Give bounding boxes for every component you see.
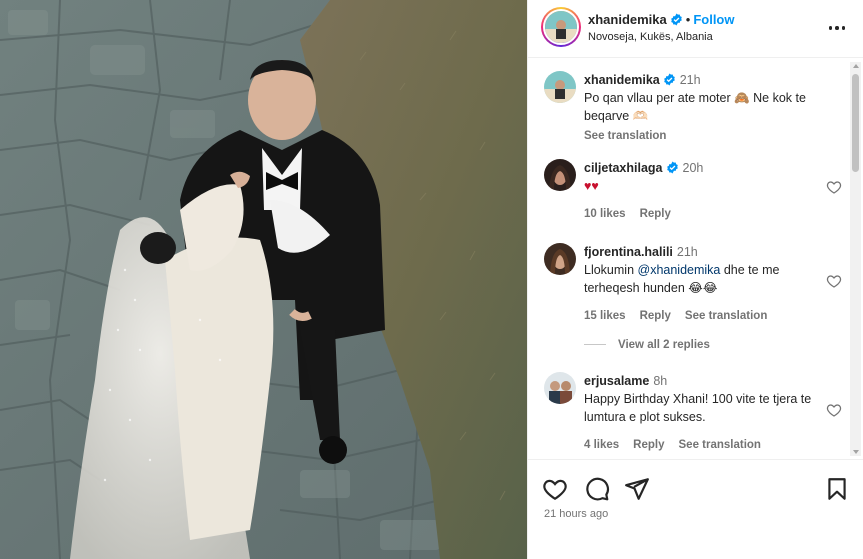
post-header: xhanidemika • Follow Novoseja, Kukës, Alba… [528,0,863,58]
bookmark-icon[interactable] [824,476,850,502]
comment-username[interactable]: erjusalame [584,374,649,388]
comment-time[interactable]: 21h [677,245,698,259]
verified-badge-icon [670,13,682,26]
author-avatar[interactable] [541,7,581,47]
instagram-post-view: xhanidemika • Follow Novoseja, Kukës, Alba… [0,0,863,559]
heart-icon[interactable] [542,476,568,502]
comment-likes-count[interactable]: 15 likes [584,310,626,322]
avatar-image [544,71,576,103]
comment-body: fjorentina.halili 21h Llokumin @xhanidemi… [584,243,824,325]
reply-button[interactable]: Reply [640,208,671,220]
comments-scrollbar[interactable] [850,62,861,456]
location-link[interactable]: Novoseja, Kukës, Albania [588,31,713,43]
view-replies-button[interactable]: View all 2 replies [584,339,710,351]
comment-meta: 10 likes Reply [584,205,824,223]
avatar-image [545,11,577,43]
comment-time[interactable]: 8h [653,374,667,388]
comment-likes-count[interactable]: 4 likes [584,439,619,451]
caption-text: Po qan vllau per ate moter 🙈 Ne kok te b… [584,91,806,123]
post-photo[interactable] [0,0,527,559]
separator-dot: • [685,12,691,27]
like-comment-heart-icon[interactable] [826,273,842,289]
wedding-photo-image [0,0,527,559]
comment-icon[interactable] [584,476,610,502]
share-icon[interactable] [624,476,650,502]
more-horizontal-icon [828,26,833,30]
author-line: xhanidemika • Follow [588,12,735,27]
reply-button[interactable]: Reply [640,310,671,322]
caption-time[interactable]: 21h [680,73,701,87]
scroll-down-arrow-icon[interactable] [853,450,859,454]
scroll-up-arrow-icon[interactable] [853,64,859,68]
avatar-image [544,243,576,275]
caption-body: xhanidemika 21h Po qan vllau per ate mote… [584,71,824,145]
comment-meta: 15 likes Reply See translation [584,307,824,325]
comments-list[interactable]: xhanidemika 21h Po qan vllau per ate mote… [528,59,863,458]
see-translation-link[interactable]: See translation [679,439,761,451]
comment-body: erjusalame 8h Happy Birthday Xhani! 100 v… [584,372,824,454]
comment-body: ciljetaxhilaga 20h ♥♥ 10 likes Reply [584,159,824,223]
caption-avatar[interactable] [544,71,576,103]
post-timestamp[interactable]: 21 hours ago [544,508,608,520]
comment-time[interactable]: 20h [683,161,704,175]
comment-avatar[interactable] [544,372,576,404]
like-comment-heart-icon[interactable] [826,179,842,195]
comment-avatar[interactable] [544,243,576,275]
mention-link[interactable]: @xhanidemika [638,263,721,277]
scrollbar-thumb[interactable] [852,74,859,172]
verified-badge-icon [666,161,678,174]
comment-text: ♥♥ [584,179,599,193]
caption-username[interactable]: xhanidemika [584,73,660,87]
comment-text: Llokumin @xhanidemika dhe te me terheqes… [584,261,824,297]
avatar-image [544,159,576,191]
comment-text: Happy Birthday Xhani! 100 vite te tjera … [584,392,812,424]
like-comment-heart-icon[interactable] [826,402,842,418]
comment-text-part: Llokumin [584,263,638,277]
comment-username[interactable]: fjorentina.halili [584,245,673,259]
comment-username[interactable]: ciljetaxhilaga [584,161,663,175]
post-actions-bar: 21 hours ago [528,459,863,559]
post-side-panel: xhanidemika • Follow Novoseja, Kukës, Alba… [527,0,863,559]
see-translation-link[interactable]: See translation [584,127,824,145]
avatar-image [544,372,576,404]
reply-button[interactable]: Reply [633,439,664,451]
follow-button[interactable]: Follow [693,12,734,27]
comment-avatar[interactable] [544,159,576,191]
verified-badge-icon [663,73,675,86]
author-username[interactable]: xhanidemika [588,12,667,27]
comment-meta: 4 likes Reply See translation [584,436,824,454]
see-translation-link[interactable]: See translation [685,310,767,322]
more-options-button[interactable] [827,19,847,37]
comment-likes-count[interactable]: 10 likes [584,208,626,220]
